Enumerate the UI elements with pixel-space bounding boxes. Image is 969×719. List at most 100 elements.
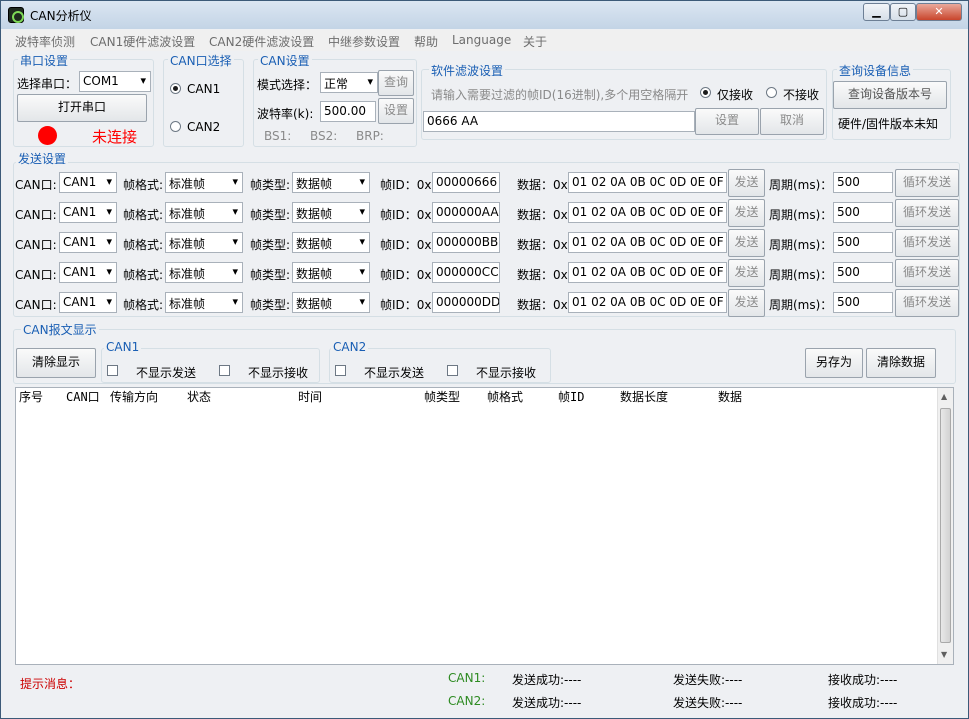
- scroll-up-icon[interactable]: ▲: [941, 392, 947, 401]
- frame-type-select[interactable]: 数据帧: [292, 232, 370, 253]
- frame-type-select[interactable]: 数据帧: [292, 202, 370, 223]
- clear-data-button[interactable]: 清除数据: [866, 348, 936, 378]
- can2-radio-label: CAN2: [187, 120, 221, 134]
- can2-hide-send-checkbox[interactable]: [335, 365, 346, 376]
- loop-send-button[interactable]: 循环发送: [895, 289, 959, 317]
- frame-id-input[interactable]: 000000DD: [432, 292, 500, 313]
- menu-relay-params[interactable]: 中继参数设置: [328, 33, 400, 50]
- filter-id-input[interactable]: 0666 AA: [423, 111, 695, 132]
- send-button[interactable]: 发送: [728, 229, 765, 257]
- can1-send-fail: 发送失败:----: [673, 673, 743, 687]
- data-input[interactable]: 01 02 0A 0B 0C 0D 0E 0F: [568, 232, 727, 253]
- minimize-button[interactable]: ▁: [863, 3, 890, 21]
- data-input[interactable]: 01 02 0A 0B 0C 0D 0E 0F: [568, 202, 727, 223]
- message-list[interactable]: 序号 CAN口 传输方向 状态 时间 帧类型 帧格式 帧ID 数据长度 数据 ▲…: [15, 387, 954, 665]
- frame-format-select[interactable]: 标准帧: [165, 202, 243, 223]
- frame-format-select[interactable]: 标准帧: [165, 262, 243, 283]
- display-title: CAN报文显示: [21, 321, 99, 338]
- menu-can1-hw-filter[interactable]: CAN1硬件滤波设置: [90, 33, 195, 50]
- col-can-port: CAN口: [66, 390, 100, 404]
- menu-baud-detect[interactable]: 波特率侦测: [15, 33, 75, 50]
- period-input[interactable]: 500: [833, 262, 893, 283]
- send-button[interactable]: 发送: [728, 199, 765, 227]
- send-button[interactable]: 发送: [728, 259, 765, 287]
- filter-set-button[interactable]: 设置: [695, 108, 759, 135]
- data-label: 数据：0x: [517, 298, 568, 312]
- frame-type-select[interactable]: 数据帧: [292, 292, 370, 313]
- vertical-scrollbar[interactable]: ▲ ▼: [937, 388, 953, 664]
- data-input[interactable]: 01 02 0A 0B 0C 0D 0E 0F: [568, 262, 727, 283]
- frame-type-label: 帧类型:: [250, 178, 291, 192]
- data-input[interactable]: 01 02 0A 0B 0C 0D 0E 0F: [568, 172, 727, 193]
- can2-radio[interactable]: [170, 121, 181, 132]
- can-port-select[interactable]: CAN1: [59, 292, 117, 313]
- baud-set-button[interactable]: 设置: [378, 98, 414, 124]
- menu-can2-hw-filter[interactable]: CAN2硬件滤波设置: [209, 33, 314, 50]
- can-select-title: CAN口选择: [168, 52, 234, 69]
- send-button[interactable]: 发送: [728, 289, 765, 317]
- frame-id-input[interactable]: 000000BB: [432, 232, 500, 253]
- data-label: 数据：0x: [517, 238, 568, 252]
- period-label: 周期(ms)：: [769, 298, 833, 312]
- mode-label: 模式选择：: [257, 78, 318, 92]
- open-port-button[interactable]: 打开串口: [17, 94, 147, 122]
- menu-help[interactable]: 帮助: [414, 33, 438, 50]
- frame-format-label: 帧格式:: [123, 298, 164, 312]
- period-input[interactable]: 500: [833, 202, 893, 223]
- query-version-button[interactable]: 查询设备版本号: [833, 81, 947, 109]
- port-select[interactable]: COM1: [79, 71, 151, 92]
- col-index: 序号: [19, 390, 44, 404]
- loop-send-button[interactable]: 循环发送: [895, 199, 959, 227]
- period-input[interactable]: 500: [833, 172, 893, 193]
- frame-id-input[interactable]: 000000CC: [432, 262, 500, 283]
- can1-hide-receive-label: 不显示接收: [248, 366, 309, 380]
- baud-label: 波特率(k):: [257, 107, 314, 121]
- save-as-button[interactable]: 另存为: [805, 348, 863, 378]
- can1-hide-send-checkbox[interactable]: [107, 365, 118, 376]
- menu-language[interactable]: Language: [452, 33, 511, 47]
- frame-format-select[interactable]: 标准帧: [165, 172, 243, 193]
- frame-format-select[interactable]: 标准帧: [165, 292, 243, 313]
- can1-hide-receive-checkbox[interactable]: [219, 365, 230, 376]
- period-input[interactable]: 500: [833, 232, 893, 253]
- frame-type-label: 帧类型:: [250, 208, 291, 222]
- frame-id-input[interactable]: 00000666: [432, 172, 500, 193]
- mode-select[interactable]: 正常: [320, 72, 378, 93]
- can-port-select[interactable]: CAN1: [59, 262, 117, 283]
- col-frame-format: 帧格式: [487, 390, 524, 404]
- clear-display-button[interactable]: 清除显示: [16, 348, 96, 378]
- loop-send-button[interactable]: 循环发送: [895, 169, 959, 197]
- menu-about[interactable]: 关于: [523, 33, 547, 50]
- frame-type-select[interactable]: 数据帧: [292, 172, 370, 193]
- app-icon: [8, 7, 24, 23]
- send-button[interactable]: 发送: [728, 169, 765, 197]
- can-port-select[interactable]: CAN1: [59, 202, 117, 223]
- frame-id-input[interactable]: 000000AA: [432, 202, 500, 223]
- baud-input[interactable]: 500.00: [320, 101, 376, 122]
- frame-format-label: 帧格式:: [123, 238, 164, 252]
- can-port-select[interactable]: CAN1: [59, 232, 117, 253]
- window-title: CAN分析仪: [30, 9, 92, 23]
- scroll-down-icon[interactable]: ▼: [941, 650, 947, 659]
- can-port-select[interactable]: CAN1: [59, 172, 117, 193]
- period-input[interactable]: 500: [833, 292, 893, 313]
- frame-type-select[interactable]: 数据帧: [292, 262, 370, 283]
- scroll-thumb[interactable]: [940, 408, 951, 643]
- data-input[interactable]: 01 02 0A 0B 0C 0D 0E 0F: [568, 292, 727, 313]
- loop-send-button[interactable]: 循环发送: [895, 229, 959, 257]
- query-button[interactable]: 查询: [378, 70, 414, 96]
- period-label: 周期(ms)：: [769, 238, 833, 252]
- filter-cancel-button[interactable]: 取消: [760, 108, 824, 135]
- can-port-label: CAN口:: [15, 268, 57, 282]
- frame-format-select[interactable]: 标准帧: [165, 232, 243, 253]
- loop-send-button[interactable]: 循环发送: [895, 259, 959, 287]
- can1-status-label: CAN1:: [448, 671, 486, 685]
- can1-radio[interactable]: [170, 83, 181, 94]
- only-receive-radio[interactable]: [700, 87, 711, 98]
- main-window: CAN分析仪 ▁ ▢ ✕ 波特率侦测 CAN1硬件滤波设置 CAN2硬件滤波设置…: [0, 0, 969, 719]
- close-button[interactable]: ✕: [916, 3, 962, 21]
- maximize-button[interactable]: ▢: [890, 3, 916, 21]
- not-receive-radio[interactable]: [766, 87, 777, 98]
- can2-hide-receive-checkbox[interactable]: [447, 365, 458, 376]
- frame-type-label: 帧类型:: [250, 298, 291, 312]
